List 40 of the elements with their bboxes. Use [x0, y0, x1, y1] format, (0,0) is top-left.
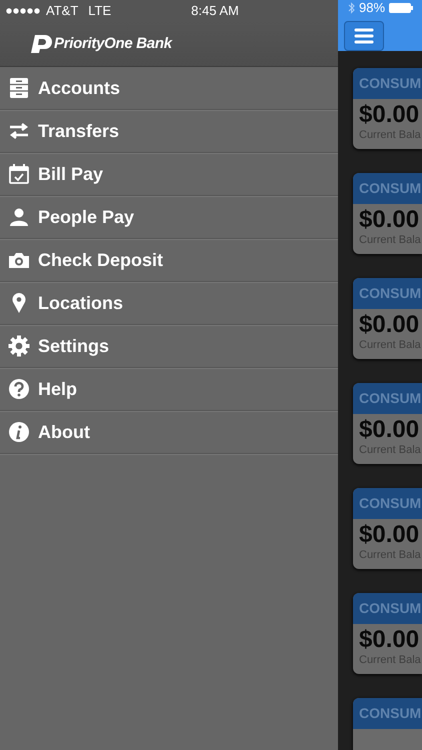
account-title: CONSUM	[353, 383, 422, 414]
account-balance: $0.00	[359, 626, 420, 654]
account-title: CONSUM	[353, 173, 422, 204]
menu-item[interactable]: People Pay	[0, 196, 338, 239]
account-title: CONSUM	[353, 68, 422, 99]
account-balance: $0.00	[359, 521, 420, 549]
menu-item[interactable]: About	[0, 411, 338, 454]
bank-name: PriorityOne Bank	[54, 35, 172, 52]
settings-icon	[8, 335, 30, 357]
carrier-label: AT&T	[46, 3, 78, 18]
account-title: CONSUM	[353, 488, 422, 519]
network-label: LTE	[88, 3, 112, 18]
cabinet-icon	[8, 77, 30, 99]
info-icon	[8, 421, 30, 443]
account-title: CONSUM	[353, 698, 422, 729]
account-title: CONSUM	[353, 593, 422, 624]
bluetooth-icon	[348, 2, 355, 14]
help-icon	[8, 378, 30, 400]
bank-logo-icon	[30, 34, 52, 54]
person-icon	[8, 206, 30, 228]
menu-item[interactable]: Check Deposit	[0, 239, 338, 282]
menu-icon	[354, 28, 374, 44]
menu-item[interactable]: Accounts	[0, 67, 338, 110]
clock-time: 8:45 AM	[191, 3, 239, 18]
calendar-icon	[8, 163, 30, 185]
menu-item[interactable]: Locations	[0, 282, 338, 325]
battery-icon	[389, 2, 414, 12]
account-balance: $0.00	[359, 101, 420, 129]
battery-percent: 98%	[359, 0, 386, 15]
signal-icon	[6, 8, 42, 14]
menu-item[interactable]: Transfers	[0, 110, 338, 153]
account-title: CONSUM	[353, 278, 422, 309]
menu-item[interactable]: Settings	[0, 325, 338, 368]
account-balance: $0.00	[359, 206, 420, 234]
arrows-icon	[8, 120, 30, 142]
menu-button[interactable]	[344, 21, 384, 51]
account-balance: $0.00	[359, 416, 420, 444]
account-balance: $0.00	[359, 311, 420, 339]
menu-item[interactable]: Help	[0, 368, 338, 411]
menu-item[interactable]: Bill Pay	[0, 153, 338, 196]
